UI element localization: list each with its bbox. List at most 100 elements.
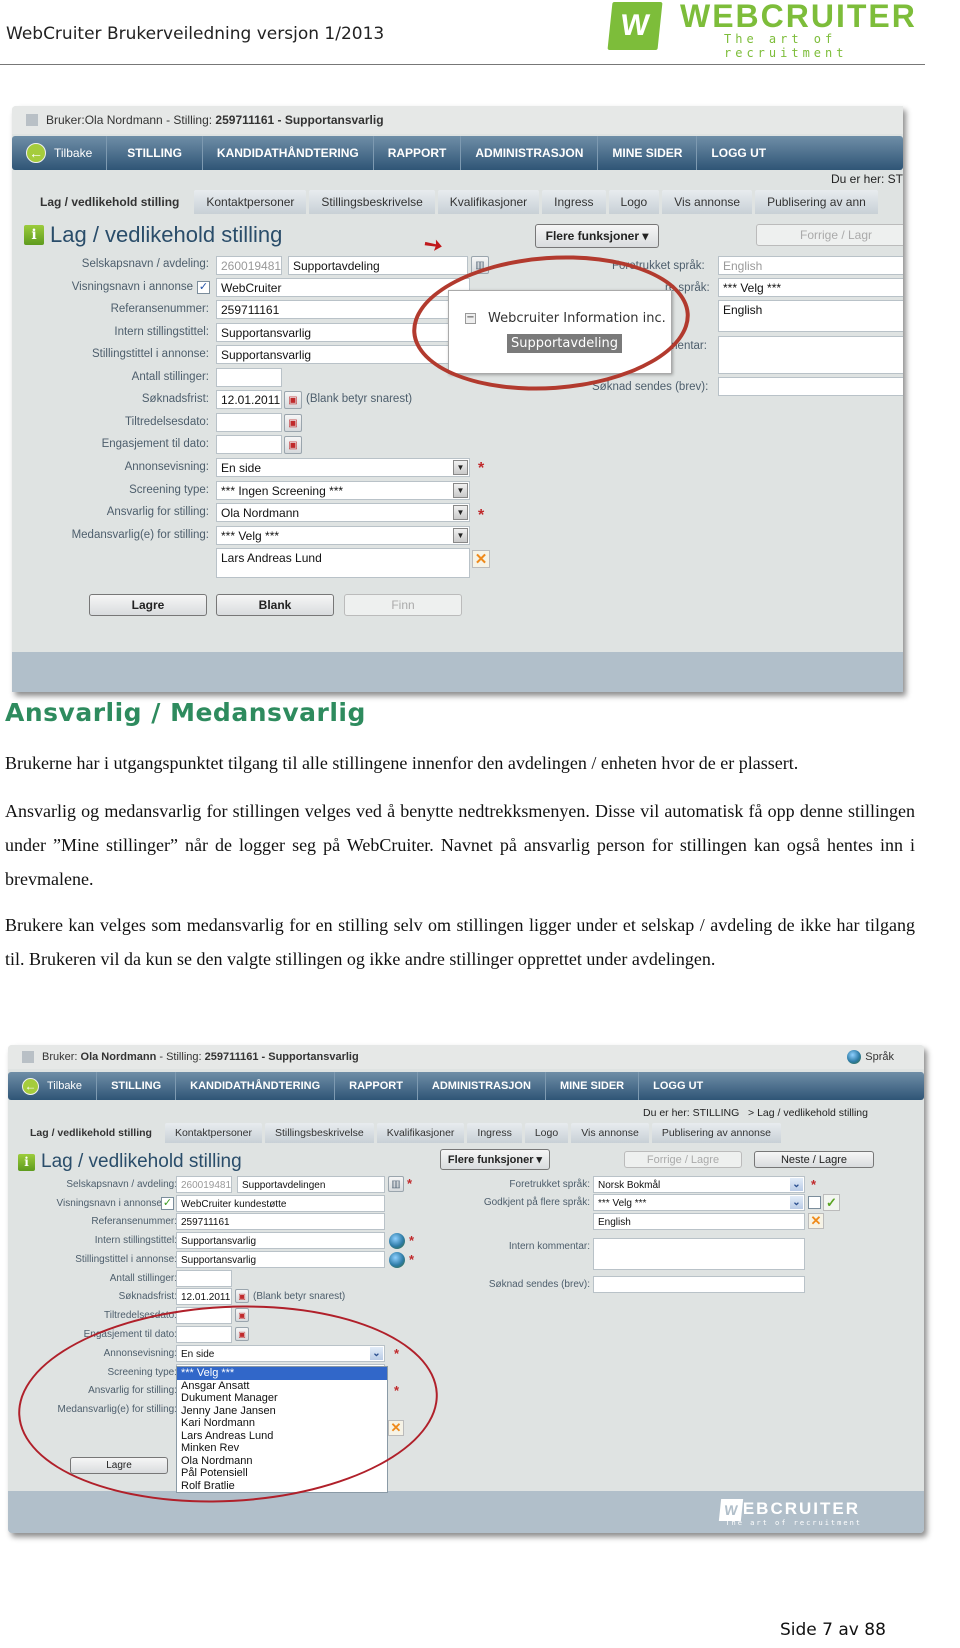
dropdown-option[interactable]: Ola Nordmann — [177, 1455, 387, 1468]
nav-mine-sider[interactable]: MINE SIDER — [598, 136, 698, 170]
ad-display-select[interactable]: En side ⌄ — [176, 1345, 385, 1362]
calendar-icon[interactable]: ▣ — [284, 391, 302, 409]
confirm-check-icon[interactable]: ✓ — [823, 1194, 840, 1211]
display-name-checkbox[interactable]: ✓ — [161, 1197, 174, 1210]
comment-field[interactable] — [593, 1238, 805, 1270]
start-field[interactable] — [176, 1307, 232, 1324]
dropdown-arrow-icon[interactable]: ▼ — [453, 528, 468, 543]
multi-language-select[interactable]: *** Velg *** ⌄ — [593, 1194, 805, 1211]
nav-logg-ut[interactable]: LOGG UT — [697, 136, 780, 170]
calendar-icon[interactable]: ▣ — [284, 414, 302, 432]
dropdown-option[interactable]: Dukument Manager — [177, 1392, 387, 1405]
book-icon[interactable]: ▥ — [388, 1176, 404, 1192]
ad-display-select[interactable]: En side ▼ — [216, 458, 470, 477]
tab-publisering[interactable]: Publisering av annonse — [651, 1123, 781, 1143]
deadline-field[interactable]: 12.01.2011 — [176, 1288, 232, 1305]
tab-kontaktpersoner[interactable]: Kontaktpersoner — [164, 1123, 262, 1143]
tab-ingress[interactable]: Ingress — [542, 190, 606, 214]
nav-stilling[interactable]: STILLING — [107, 136, 203, 170]
tree-root-node[interactable]: − Webcruiter Information inc. — [465, 311, 666, 326]
company-id-field[interactable]: 260019481 — [216, 256, 282, 275]
reference-field[interactable]: 259711161 — [176, 1213, 385, 1230]
remove-icon[interactable]: ✕ — [808, 1213, 824, 1229]
chevron-down-icon[interactable]: ⌄ — [370, 1347, 383, 1360]
preferred-language-select[interactable]: Norsk Bokmål ⌄ — [593, 1176, 805, 1193]
internal-title-field[interactable]: Supportansvarlig — [176, 1232, 385, 1249]
coresponsible-select[interactable]: *** Velg *** ▼ — [216, 526, 470, 545]
nav-kandidathandtering[interactable]: KANDIDATHÅNDTERING — [203, 136, 374, 170]
dropdown-option[interactable]: Rolf Bratlie — [177, 1480, 387, 1493]
tab-stillingsbeskrivelse[interactable]: Stillingsbeskrivelse — [265, 1123, 374, 1143]
display-name-checkbox[interactable]: ✓ — [197, 281, 210, 294]
tab-logo[interactable]: Logo — [524, 1123, 569, 1143]
nav-rapport[interactable]: RAPPORT — [374, 136, 462, 170]
language-list[interactable]: English — [718, 300, 903, 332]
nav-mine-sider[interactable]: MINE SIDER — [546, 1072, 640, 1100]
save-button[interactable]: Lagre — [70, 1457, 168, 1474]
tab-vis-annonse[interactable]: Vis annonse — [662, 190, 753, 214]
dropdown-arrow-icon[interactable]: ▼ — [453, 483, 468, 498]
tab-ingress[interactable]: Ingress — [467, 1123, 522, 1143]
tab-lag-vedlikehold[interactable]: Lag / vedlikehold stilling — [20, 1123, 162, 1143]
dropdown-option[interactable]: Pål Potensiell — [177, 1467, 387, 1480]
dropdown-option[interactable]: Ansgar Ansatt — [177, 1380, 387, 1393]
calendar-icon[interactable]: ▣ — [284, 436, 302, 454]
coresponsible-list[interactable]: Lars Andreas Lund — [216, 548, 470, 578]
tab-vis-annonse[interactable]: Vis annonse — [571, 1123, 649, 1143]
nav-back[interactable]: ← Tilbake — [12, 136, 108, 170]
count-field[interactable] — [176, 1270, 232, 1287]
remove-icon[interactable]: ✕ — [388, 1420, 404, 1436]
tree-child-node[interactable]: Supportavdeling — [507, 334, 623, 353]
dropdown-arrow-icon[interactable]: ▼ — [453, 505, 468, 520]
dropdown-option[interactable]: Jenny Jane Jansen — [177, 1405, 387, 1418]
tab-stillingsbeskrivelse[interactable]: Stillingsbeskrivelse — [309, 190, 435, 214]
responsible-select[interactable]: Ola Nordmann ▼ — [216, 503, 470, 522]
calendar-icon[interactable]: ▣ — [235, 1308, 249, 1322]
find-button[interactable]: Finn — [344, 594, 462, 616]
collapse-icon[interactable]: − — [465, 313, 476, 324]
dropdown-option[interactable]: Kari Nordmann — [177, 1417, 387, 1430]
tab-lag-vedlikehold[interactable]: Lag / vedlikehold stilling — [28, 190, 192, 214]
ad-title-field[interactable]: Supportansvarlig — [216, 345, 470, 364]
engagement-field[interactable] — [176, 1326, 232, 1343]
tab-logo[interactable]: Logo — [608, 190, 660, 214]
preferred-language-field[interactable]: English — [718, 256, 903, 275]
more-functions-button[interactable]: Flere funksjoner ▾ — [440, 1149, 550, 1170]
nav-administrasjon[interactable]: ADMINISTRASJON — [418, 1072, 546, 1100]
engagement-field[interactable] — [216, 435, 282, 454]
nav-administrasjon[interactable]: ADMINISTRASJON — [461, 136, 599, 170]
language-link[interactable]: Språk — [847, 1050, 894, 1064]
multi-language-select[interactable]: *** Velg *** — [718, 278, 903, 297]
count-field[interactable] — [216, 368, 282, 387]
company-name-field[interactable]: Supportavdeling — [288, 256, 468, 275]
dropdown-option[interactable]: Lars Andreas Lund — [177, 1430, 387, 1443]
company-id-field[interactable]: 260019481 — [176, 1176, 232, 1193]
save-button[interactable]: Lagre — [89, 594, 207, 616]
tab-publisering[interactable]: Publisering av ann — [755, 190, 878, 214]
deadline-field[interactable]: 12.01.2011 — [216, 390, 282, 409]
globe-icon[interactable] — [389, 1252, 405, 1268]
tab-kvalifikasjoner[interactable]: Kvalifikasjoner — [437, 190, 540, 214]
internal-title-field[interactable]: Supportansvarlig — [216, 323, 470, 342]
nav-rapport[interactable]: RAPPORT — [335, 1072, 418, 1100]
tab-kontaktpersoner[interactable]: Kontaktpersoner — [194, 190, 307, 214]
language-list[interactable]: English — [593, 1213, 805, 1230]
dropdown-option[interactable]: Minken Rev — [177, 1442, 387, 1455]
ad-title-field[interactable]: Supportansvarlig — [176, 1251, 385, 1268]
tab-kvalifikasjoner[interactable]: Kvalifikasjoner — [376, 1123, 465, 1143]
more-functions-button[interactable]: Flere funksjoner ▾ — [535, 224, 659, 248]
globe-icon[interactable] — [389, 1233, 405, 1249]
send-field[interactable] — [593, 1276, 805, 1293]
calendar-icon[interactable]: ▣ — [235, 1327, 249, 1341]
display-name-field[interactable]: WebCruiter — [216, 278, 470, 297]
chevron-down-icon[interactable]: ⌄ — [790, 1196, 803, 1209]
remove-icon[interactable]: ✕ — [472, 550, 490, 568]
dropdown-option[interactable]: *** Velg *** — [177, 1367, 387, 1380]
comment-field[interactable] — [718, 336, 903, 374]
calendar-icon[interactable]: ▣ — [235, 1289, 249, 1303]
start-field[interactable] — [216, 413, 282, 432]
reference-field[interactable]: 259711161 — [216, 300, 470, 319]
screening-select[interactable]: *** Ingen Screening *** ▼ — [216, 481, 470, 500]
blank-button[interactable]: Blank — [216, 594, 334, 616]
multi-language-checkbox[interactable] — [808, 1196, 821, 1209]
